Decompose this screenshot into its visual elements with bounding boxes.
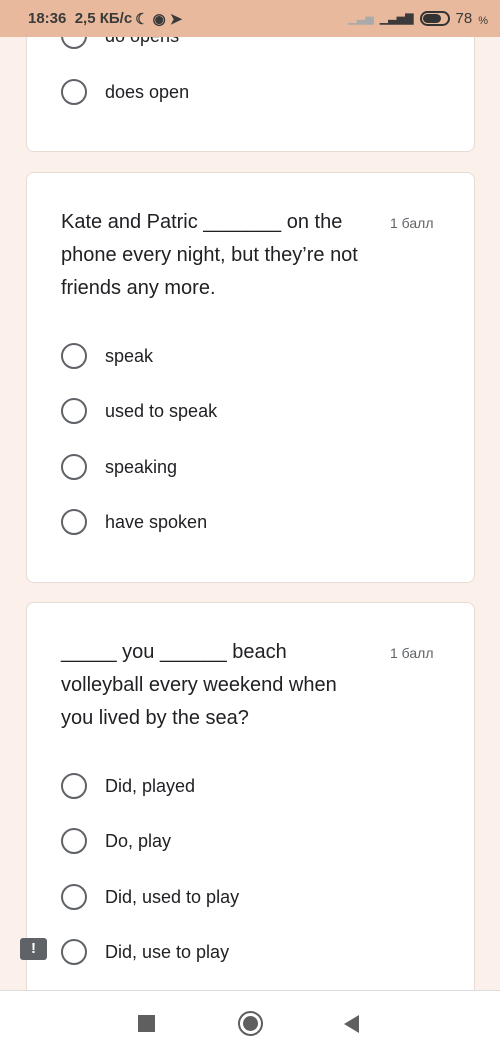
question-card-2: Kate and Patric _______ on the phone eve… xyxy=(26,172,475,583)
question-card-3: _____ you ______ beach volleyball every … xyxy=(26,602,475,1022)
option[interactable]: speaking xyxy=(61,452,177,482)
radio-button[interactable] xyxy=(61,828,87,854)
radio-button[interactable] xyxy=(61,509,87,535)
option[interactable]: Did, used to play xyxy=(61,882,239,912)
moon-icon: ☾ xyxy=(135,10,149,28)
question-text: Kate and Patric _______ on the phone eve… xyxy=(61,211,358,299)
option[interactable]: Did, use to play xyxy=(61,937,229,967)
signal-icon-2: ▁▃▅▇ xyxy=(379,12,414,25)
radio-button[interactable] xyxy=(61,939,87,965)
radio-button[interactable] xyxy=(61,343,87,369)
radio-button[interactable] xyxy=(61,773,87,799)
battery-unit: % xyxy=(478,15,488,27)
telegram-icon: ◉ xyxy=(152,10,166,28)
option[interactable]: used to speak xyxy=(61,396,217,426)
network-speed: 2,5 КБ/с xyxy=(74,10,133,27)
option[interactable]: Do, play xyxy=(61,826,171,856)
option[interactable]: speak xyxy=(61,341,153,371)
status-bar: 18:36 2,5 КБ/с ☾ ◉ ➤ ▁▃▅ ▁▃▅▇ 78 % xyxy=(0,0,500,37)
radio-button[interactable] xyxy=(61,79,87,105)
home-circle-icon[interactable] xyxy=(238,1011,263,1036)
back-triangle-icon[interactable] xyxy=(344,1015,359,1033)
points-label: 1 балл xyxy=(390,215,434,231)
telegram-plane-icon: ➤ xyxy=(169,10,183,28)
radio-button[interactable] xyxy=(61,398,87,424)
option[interactable]: Did, played xyxy=(61,771,195,801)
navigation-bar xyxy=(0,990,500,1056)
report-icon[interactable]: ! xyxy=(20,938,47,960)
radio-button[interactable] xyxy=(61,454,87,480)
option-does-open[interactable]: does open xyxy=(61,77,189,107)
battery-icon xyxy=(419,10,450,26)
points-label: 1 балл xyxy=(390,645,434,661)
option[interactable]: have spoken xyxy=(61,507,207,537)
battery-percent: 78 xyxy=(455,9,473,27)
signal-icon: ▁▃▅ xyxy=(348,12,374,25)
clock: 18:36 xyxy=(28,10,67,27)
radio-button[interactable] xyxy=(61,884,87,910)
recents-square-icon[interactable] xyxy=(138,1015,155,1032)
question-text: _____ you ______ beach volleyball every … xyxy=(61,641,337,729)
